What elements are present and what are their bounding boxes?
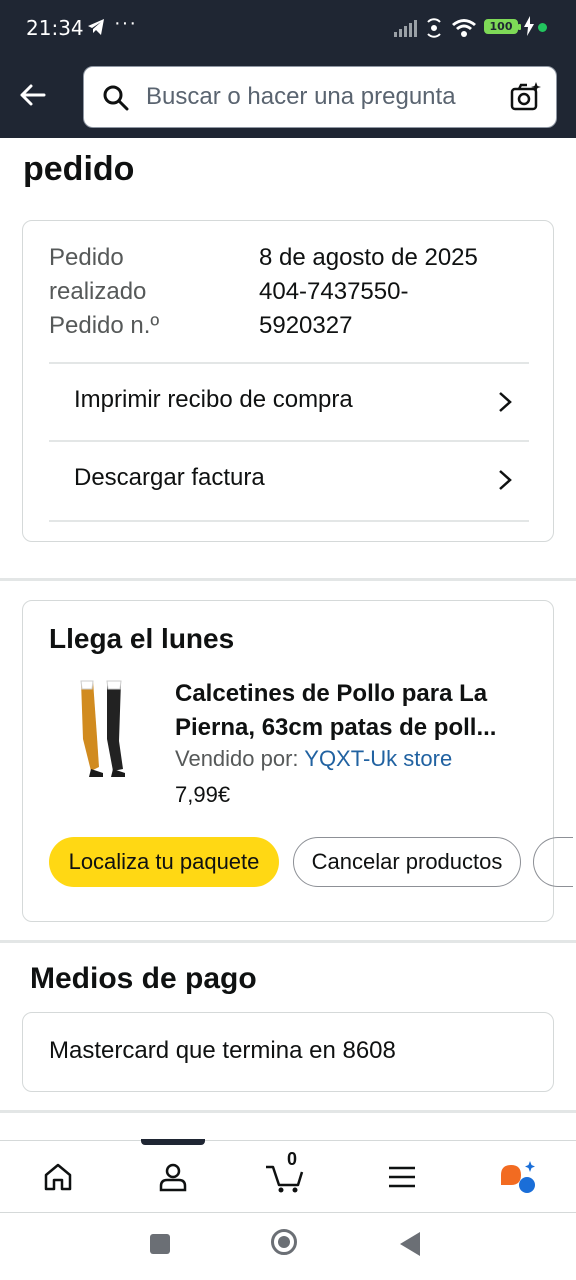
app-header: Buscar o hacer una pregunta [0,56,576,138]
cell-signal-icon [394,20,417,37]
product-name[interactable]: Calcetines de Pollo para La [175,677,535,711]
back-arrow-icon[interactable] [14,76,52,114]
search-icon [103,85,129,111]
nav-active-indicator [141,1139,205,1145]
section-divider [0,578,576,581]
user-icon [159,1163,187,1192]
page-title: pedido [23,150,135,188]
order-placed-label-2: realizado [49,278,147,305]
chevron-right-icon [499,470,512,490]
home-button[interactable] [271,1229,297,1255]
section-divider [0,940,576,943]
order-date: 8 de agosto de 2025 [259,244,478,271]
nav-cart[interactable]: 0 [262,1149,310,1199]
recent-apps-button[interactable] [150,1234,170,1254]
system-nav-bar [0,1212,576,1280]
more-actions-button[interactable] [533,837,573,887]
product-price: 7,99€ [175,782,231,807]
product-image[interactable] [63,677,143,781]
nav-home[interactable] [34,1155,82,1199]
seller-info: Vendido por: YQXT-Uk store [175,746,452,772]
track-package-button[interactable]: Localiza tu paquete [49,837,279,887]
signal-wifi-icons [394,18,476,38]
cancel-items-button[interactable]: Cancelar productos [293,837,521,887]
nav-menu[interactable] [378,1155,426,1199]
search-bar[interactable]: Buscar o hacer una pregunta [83,66,557,128]
order-number: 404-7437550- [259,278,409,305]
status-bar: 21:34 ··· 100 [0,0,576,56]
order-placed-label: Pedido [49,244,124,271]
payment-method-card: Mastercard que termina en 8608 [22,1012,554,1092]
home-icon [44,1163,72,1191]
status-time: 21:34 [26,16,84,40]
order-info-card: Pedido realizado Pedido n.º 8 de agosto … [22,220,554,542]
cart-count: 0 [286,1149,297,1169]
seller-label: Vendido por: [175,746,305,771]
download-invoice-label: Descargar factura [74,464,265,491]
section-divider [0,1110,576,1113]
back-button[interactable] [400,1232,420,1256]
payment-method: Mastercard que termina en 8608 [49,1037,396,1064]
order-number-label: Pedido n.º [49,312,160,339]
seller-link[interactable]: YQXT-Uk store [304,746,452,771]
shipment-card: Llega el lunes Calcetines de Pollo para … [22,600,573,922]
chevron-right-icon [499,392,512,412]
menu-icon [389,1166,415,1188]
download-invoice-link[interactable]: Descargar factura [49,440,529,522]
print-receipt-link[interactable]: Imprimir recibo de compra [49,362,529,442]
nav-account[interactable] [149,1155,197,1199]
telegram-icon [88,19,104,35]
bottom-nav: 0 [0,1139,576,1213]
print-receipt-label: Imprimir recibo de compra [74,386,353,413]
more-notifications-icon: ··· [114,12,137,34]
payment-title: Medios de pago [30,962,257,995]
product-name-line2[interactable]: Pierna, 63cm patas de poll... [175,711,535,745]
nav-rufus[interactable] [494,1155,542,1199]
search-input[interactable]: Buscar o hacer una pregunta [146,83,456,111]
rufus-assistant-icon [501,1161,535,1193]
order-number-cont: 5920327 [259,312,353,339]
privacy-indicator-dot [538,23,547,32]
battery-icon: 100 [484,19,521,34]
wifi-icon [452,19,476,37]
delivery-title: Llega el lunes [49,623,235,654]
camera-search-icon[interactable] [510,81,542,113]
charging-icon [524,16,534,36]
hotspot-icon [427,18,441,38]
